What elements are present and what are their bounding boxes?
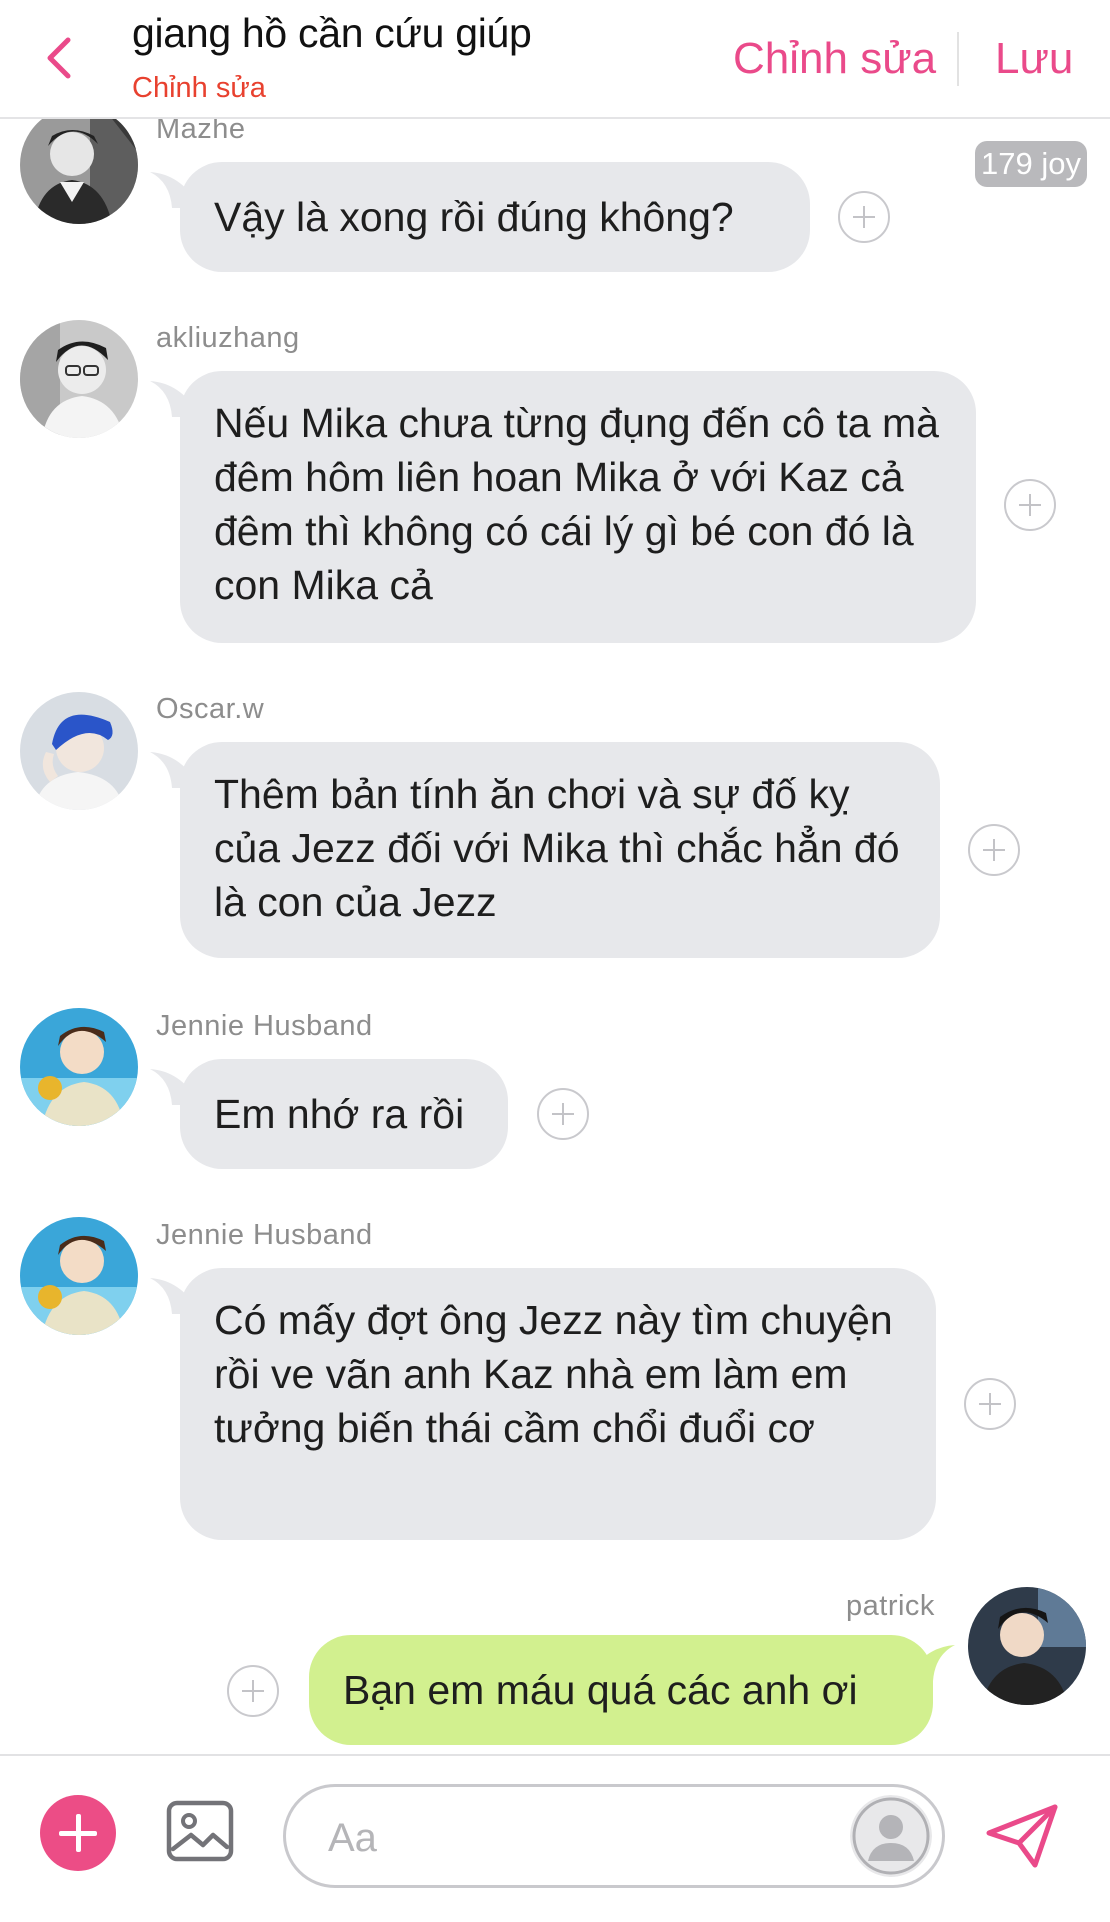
message-bubble[interactable]: Vậy là xong rồi đúng không? (180, 162, 810, 272)
message-bubble[interactable]: Thêm bản tính ăn chơi và sự đố kỵ của Je… (180, 742, 940, 958)
sender-name: Jennie Husband (156, 1010, 373, 1042)
avatar[interactable] (20, 1008, 138, 1126)
user-avatar-icon (850, 1795, 932, 1877)
sender-name: Oscar.w (156, 693, 265, 725)
save-button[interactable]: Lưu (995, 34, 1073, 84)
avatar[interactable] (20, 692, 138, 810)
add-reaction-button[interactable] (1004, 479, 1056, 531)
message-input-container[interactable] (283, 1784, 945, 1888)
chat-subtitle: Chỉnh sửa (132, 72, 266, 104)
avatar[interactable] (20, 119, 138, 224)
sender-name: Jennie Husband (156, 1219, 373, 1251)
message-text: Bạn em máu quá các anh ơi (343, 1667, 858, 1713)
send-button[interactable] (985, 1803, 1061, 1874)
add-reaction-button[interactable] (968, 824, 1020, 876)
image-icon (166, 1800, 234, 1862)
message-list[interactable]: Mazhe Vậy là xong rồi đúng không? 179 jo… (0, 119, 1110, 1754)
add-reaction-button[interactable] (227, 1665, 279, 1717)
add-reaction-button[interactable] (838, 191, 890, 243)
joy-count-badge[interactable]: 179 joy (975, 141, 1087, 187)
sender-name: patrick (846, 1590, 935, 1622)
edit-button[interactable]: Chỉnh sửa (733, 34, 936, 84)
back-button[interactable] (38, 30, 78, 86)
message-text: Thêm bản tính ăn chơi và sự đố kỵ của Je… (214, 771, 900, 925)
profile-avatar-button[interactable] (850, 1795, 932, 1877)
my-message[interactable]: Bạn em máu quá các anh ơi (309, 1635, 933, 1745)
message-bubble[interactable]: Nếu Mika chưa từng đụng đến cô ta mà đêm… (180, 371, 976, 643)
add-reaction-button[interactable] (537, 1088, 589, 1140)
sender-name: akliuzhang (156, 322, 300, 354)
message-text: Nếu Mika chưa từng đụng đến cô ta mà đêm… (214, 400, 939, 608)
send-icon (986, 1804, 1058, 1868)
chevron-left-icon (47, 37, 71, 79)
avatar[interactable] (20, 320, 138, 438)
add-reaction-button[interactable] (964, 1378, 1016, 1430)
message-text: Em nhớ ra rồi (214, 1091, 465, 1137)
message-text: Vậy là xong rồi đúng không? (214, 194, 734, 240)
header-divider (957, 32, 959, 86)
message-composer (0, 1754, 1110, 1922)
avatar[interactable] (20, 1217, 138, 1335)
message-bubble[interactable]: Em nhớ ra rồi (180, 1059, 508, 1169)
message-input[interactable] (326, 1807, 790, 1869)
message-text: Có mấy đợt ông Jezz này tìm chuyện rồi v… (214, 1297, 893, 1451)
avatar[interactable] (968, 1587, 1086, 1705)
chat-header: giang hồ cần cứu giúp Chỉnh sửa Chỉnh sử… (0, 0, 1110, 119)
message-bubble[interactable]: Có mấy đợt ông Jezz này tìm chuyện rồi v… (180, 1268, 936, 1540)
chat-title: giang hồ cần cứu giúp (132, 10, 532, 56)
gallery-button[interactable] (165, 1799, 235, 1868)
sender-name: Mazhe (156, 119, 246, 145)
add-attachment-button[interactable] (40, 1795, 116, 1871)
